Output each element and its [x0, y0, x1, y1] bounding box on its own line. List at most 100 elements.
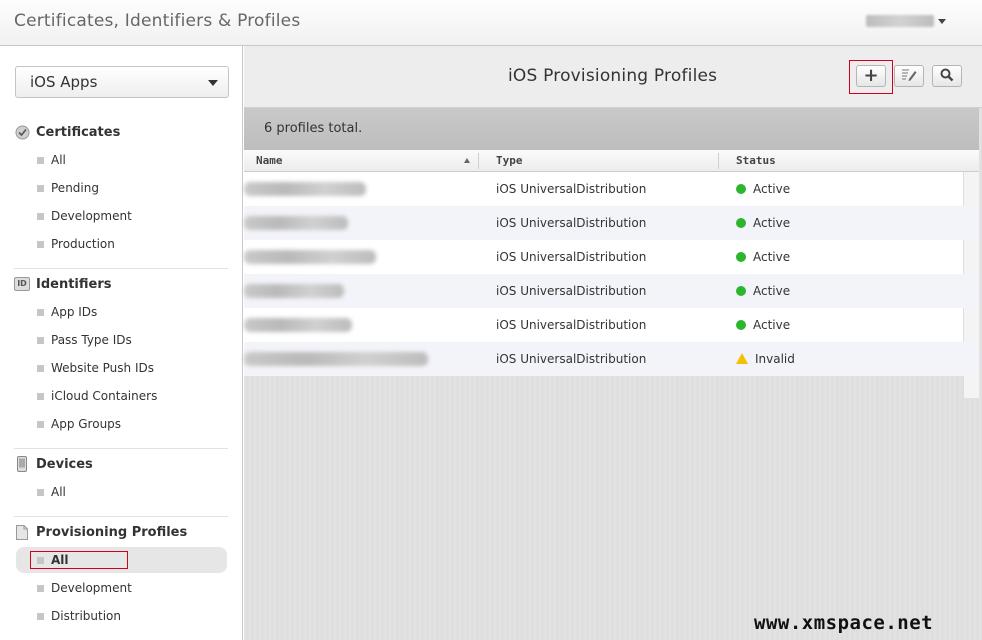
- bullet-icon: [37, 488, 44, 496]
- chevron-down-icon: [938, 18, 946, 24]
- status-active-icon: [736, 184, 746, 194]
- status-active-icon: [736, 320, 746, 330]
- section-devices: Devices: [14, 456, 93, 472]
- profile-status: Active: [736, 182, 790, 196]
- section-certificates: Certificates: [14, 124, 120, 140]
- profile-status: Active: [736, 284, 790, 298]
- table-row[interactable]: iOS UniversalDistribution Active: [244, 274, 979, 308]
- search-icon: [940, 67, 954, 86]
- column-separator: [478, 153, 479, 169]
- section-provisioning-profiles: Provisioning Profiles: [14, 524, 187, 540]
- edit-icon: [901, 67, 917, 86]
- chevron-down-icon: [208, 80, 218, 86]
- profile-status: Invalid: [736, 352, 795, 366]
- section-title-provisioning-profiles: Provisioning Profiles: [36, 524, 188, 540]
- status-label: Active: [753, 318, 791, 332]
- plus-icon: +: [863, 65, 879, 86]
- sidebar-item-label: iCloud Containers: [51, 389, 158, 403]
- top-header: Certificates, Identifiers & Profiles: [0, 0, 982, 46]
- profile-count: 6 profiles total.: [264, 121, 363, 136]
- sidebar-item-profiles-all[interactable]: All: [16, 547, 227, 573]
- divider: [14, 268, 228, 269]
- column-header-name[interactable]: Name: [256, 154, 283, 167]
- table-row[interactable]: iOS UniversalDistribution Active: [244, 308, 979, 342]
- bullet-icon: [37, 420, 44, 428]
- sidebar-item-label: Production: [51, 237, 115, 251]
- profile-type: iOS UniversalDistribution: [496, 216, 647, 230]
- app-title: Certificates, Identifiers & Profiles: [14, 11, 301, 31]
- column-header-type[interactable]: Type: [496, 154, 523, 167]
- section-title-devices: Devices: [36, 456, 93, 472]
- bullet-icon: [37, 364, 44, 372]
- sidebar: iOS Apps Certificates All Pending Develo…: [0, 46, 243, 640]
- status-label: Active: [753, 284, 791, 298]
- section-identifiers: ID Identifiers: [14, 276, 112, 292]
- table-row[interactable]: iOS UniversalDistribution Active: [244, 206, 979, 240]
- table-body: iOS UniversalDistribution Active iOS Uni…: [244, 172, 979, 398]
- main-header: iOS Provisioning Profiles +: [244, 46, 982, 108]
- sidebar-item-icloud-containers[interactable]: iCloud Containers: [16, 383, 227, 409]
- sidebar-item-certificates-production[interactable]: Production: [16, 231, 227, 257]
- sidebar-item-certificates-development[interactable]: Development: [16, 203, 227, 229]
- user-name-blurred: [866, 15, 934, 27]
- table-header: Name Type Status: [244, 150, 979, 172]
- profile-name-blurred: [244, 318, 352, 332]
- bullet-icon: [37, 212, 44, 220]
- profile-type: iOS UniversalDistribution: [496, 318, 647, 332]
- bullet-icon: [37, 392, 44, 400]
- watermark: www.xmspace.net: [754, 612, 934, 634]
- sidebar-item-label: Development: [51, 209, 132, 223]
- profile-status: Active: [736, 250, 790, 264]
- search-button[interactable]: [932, 65, 962, 87]
- table-row[interactable]: iOS UniversalDistribution Active: [244, 172, 979, 206]
- column-header-status[interactable]: Status: [736, 154, 776, 167]
- sidebar-item-certificates-pending[interactable]: Pending: [16, 175, 227, 201]
- user-menu[interactable]: [866, 14, 948, 28]
- edit-button[interactable]: [894, 65, 924, 87]
- sidebar-item-website-push-ids[interactable]: Website Push IDs: [16, 355, 227, 381]
- status-label: Active: [753, 182, 791, 196]
- divider: [14, 516, 228, 517]
- status-active-icon: [736, 286, 746, 296]
- sidebar-item-certificates-all[interactable]: All: [16, 147, 227, 173]
- status-label: Invalid: [755, 352, 795, 366]
- sidebar-item-label: App IDs: [51, 305, 98, 319]
- sidebar-item-label: App Groups: [51, 417, 122, 431]
- sidebar-item-devices-all[interactable]: All: [16, 479, 227, 505]
- sidebar-item-profiles-distribution[interactable]: Distribution: [16, 603, 227, 629]
- divider: [14, 448, 228, 449]
- platform-select[interactable]: iOS Apps: [15, 66, 229, 98]
- status-label: Active: [753, 250, 791, 264]
- sidebar-item-label: All: [51, 153, 66, 167]
- id-badge-icon: ID: [14, 276, 30, 292]
- main-content: iOS Provisioning Profiles + 6 profiles t…: [244, 46, 982, 640]
- status-label: Active: [753, 216, 791, 230]
- sidebar-item-label: Distribution: [51, 609, 122, 623]
- bullet-icon: [37, 184, 44, 192]
- section-title-certificates: Certificates: [36, 124, 121, 140]
- sidebar-item-label: All: [51, 485, 66, 499]
- profile-status: Active: [736, 216, 790, 230]
- profile-type: iOS UniversalDistribution: [496, 182, 647, 196]
- add-profile-button[interactable]: +: [856, 65, 886, 87]
- sidebar-item-label: Pass Type IDs: [51, 333, 132, 347]
- sidebar-item-pass-type-ids[interactable]: Pass Type IDs: [16, 327, 227, 353]
- page-title: iOS Provisioning Profiles: [508, 66, 718, 86]
- sidebar-item-label: Website Push IDs: [51, 361, 154, 375]
- summary-bar: 6 profiles total.: [244, 108, 979, 150]
- sidebar-item-app-ids[interactable]: App IDs: [16, 299, 227, 325]
- column-separator: [718, 153, 719, 169]
- bullet-icon: [37, 584, 44, 592]
- table-row[interactable]: iOS UniversalDistribution Active: [244, 240, 979, 274]
- profile-name-blurred: [244, 250, 376, 264]
- sidebar-item-label: Pending: [51, 181, 99, 195]
- profile-name-blurred: [244, 284, 344, 298]
- profiles-table: Name Type Status iOS UniversalDistributi…: [244, 150, 979, 398]
- sidebar-item-profiles-development[interactable]: Development: [16, 575, 227, 601]
- warning-icon: [736, 352, 748, 364]
- sidebar-item-app-groups[interactable]: App Groups: [16, 411, 227, 437]
- profile-type: iOS UniversalDistribution: [496, 352, 647, 366]
- table-row[interactable]: iOS UniversalDistribution Invalid: [244, 342, 979, 376]
- status-active-icon: [736, 252, 746, 262]
- bullet-icon: [37, 612, 44, 620]
